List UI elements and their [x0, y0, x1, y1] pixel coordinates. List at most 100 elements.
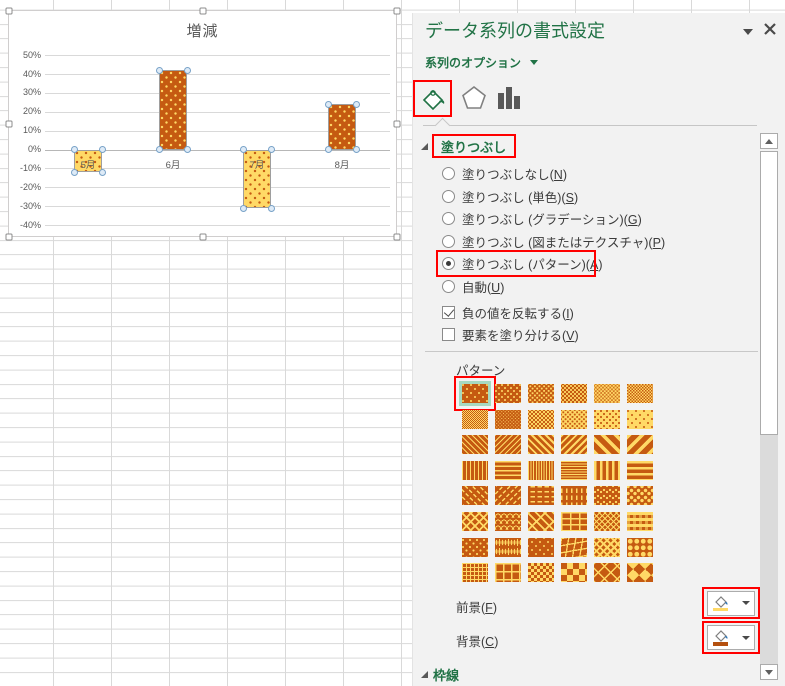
- pattern-swatch-dk-vert[interactable]: [594, 461, 620, 480]
- pattern-swatch-lg-grid[interactable]: [495, 563, 521, 582]
- pattern-swatch-narrow-horz[interactable]: [561, 461, 587, 480]
- border-section-header[interactable]: 枠線: [433, 665, 459, 684]
- category-label[interactable]: 6月: [157, 157, 189, 171]
- pattern-swatch-pct10[interactable]: [495, 384, 521, 403]
- chart-resize-handle[interactable]: [394, 234, 401, 241]
- pattern-swatch-dk-up-diag[interactable]: [561, 435, 587, 454]
- paint-bucket-icon[interactable]: [419, 85, 447, 113]
- radio-gradient-fill[interactable]: 塗りつぶし (グラデーション)(G): [442, 208, 642, 228]
- pattern-swatch-plaid[interactable]: [627, 512, 653, 531]
- chart-resize-handle[interactable]: [394, 8, 401, 15]
- pattern-swatch-pct30[interactable]: [594, 384, 620, 403]
- collapse-triangle-icon[interactable]: [421, 671, 428, 678]
- series-point-handle[interactable]: [156, 146, 163, 153]
- radio-automatic-fill[interactable]: 自動(U): [442, 276, 504, 296]
- series-options-dropdown[interactable]: 系列のオプション: [425, 54, 538, 71]
- scrollbar-track[interactable]: [760, 435, 778, 664]
- pattern-swatch-sm-check[interactable]: [528, 563, 554, 582]
- series-point-handle[interactable]: [353, 146, 360, 153]
- pattern-swatch-dash-up-diag[interactable]: [495, 486, 521, 505]
- radio-picture-texture-fill[interactable]: 塗りつぶし (図またはテクスチャ)(P): [442, 231, 665, 251]
- pattern-swatch-lt-up-diag[interactable]: [495, 435, 521, 454]
- radio-no-fill[interactable]: 塗りつぶしなし(N): [442, 163, 567, 183]
- pattern-swatch-divot[interactable]: [462, 538, 488, 557]
- pane-options-chevron-icon[interactable]: [743, 29, 753, 35]
- pattern-swatch-dk-down-diag[interactable]: [528, 435, 554, 454]
- series-point-handle[interactable]: [71, 169, 78, 176]
- pattern-swatch-trellis[interactable]: [594, 538, 620, 557]
- pattern-swatch-lt-vert[interactable]: [462, 461, 488, 480]
- pattern-swatch-dotted-diamond[interactable]: [528, 538, 554, 557]
- pattern-swatch-lt-down-diag[interactable]: [462, 435, 488, 454]
- scrollbar-thumb[interactable]: [760, 151, 778, 435]
- series-point-handle[interactable]: [99, 146, 106, 153]
- pentagon-icon[interactable]: [460, 83, 488, 113]
- series-point-handle[interactable]: [156, 67, 163, 74]
- series-point-handle[interactable]: [99, 169, 106, 176]
- series-point-handle[interactable]: [325, 101, 332, 108]
- pattern-swatch-wide-down-diag[interactable]: [594, 435, 620, 454]
- pattern-swatch-pct90[interactable]: [627, 410, 653, 429]
- chart-resize-handle[interactable]: [394, 121, 401, 128]
- pattern-swatch-pct75[interactable]: [561, 410, 587, 429]
- background-color-button[interactable]: [707, 625, 755, 650]
- close-icon[interactable]: [763, 22, 777, 36]
- series-point-handle[interactable]: [325, 146, 332, 153]
- chart-resize-handle[interactable]: [6, 121, 13, 128]
- pattern-swatch-pct70[interactable]: [528, 410, 554, 429]
- scrollbar-down-button[interactable]: [760, 664, 778, 680]
- pattern-swatch-dash-down-diag[interactable]: [462, 486, 488, 505]
- collapse-triangle-icon[interactable]: [421, 143, 428, 150]
- chart-resize-handle[interactable]: [200, 8, 207, 15]
- pattern-swatch-wide-up-diag[interactable]: [627, 435, 653, 454]
- series-point-handle[interactable]: [184, 146, 191, 153]
- chart-title[interactable]: 増減: [9, 20, 396, 41]
- pattern-swatch-pct20[interactable]: [528, 384, 554, 403]
- series-point-handle[interactable]: [184, 67, 191, 74]
- category-label[interactable]: 7月: [241, 157, 273, 171]
- pattern-swatch-dk-horz[interactable]: [627, 461, 653, 480]
- series-point-handle[interactable]: [240, 146, 247, 153]
- bar-chart-icon[interactable]: [497, 87, 521, 109]
- scrollbar-up-button[interactable]: [760, 133, 778, 149]
- pattern-swatch-dash-vert[interactable]: [561, 486, 587, 505]
- checkbox-icon[interactable]: [442, 328, 455, 341]
- pattern-swatch-sphere[interactable]: [627, 538, 653, 557]
- pattern-swatch-wave[interactable]: [495, 512, 521, 531]
- fill-section-header[interactable]: 塗りつぶし: [432, 134, 516, 158]
- chart-object[interactable]: 50%40%30%20%10%0%-10%-20%-30%-40%5月6月7月8…: [8, 10, 397, 237]
- pattern-swatch-horz-brick[interactable]: [561, 512, 587, 531]
- pattern-swatch-weave[interactable]: [594, 512, 620, 531]
- pattern-swatch-pct40[interactable]: [627, 384, 653, 403]
- radio-icon[interactable]: [442, 190, 455, 203]
- data-bar-8月[interactable]: [328, 104, 356, 149]
- series-point-handle[interactable]: [240, 205, 247, 212]
- pattern-swatch-narrow-vert[interactable]: [528, 461, 554, 480]
- checkbox-vary-colors-by-point[interactable]: 要素を塗り分ける(V): [442, 324, 579, 344]
- pattern-swatch-solid-diamond[interactable]: [627, 563, 653, 582]
- chevron-down-icon[interactable]: [742, 636, 750, 640]
- checkbox-checked-icon[interactable]: [442, 306, 455, 319]
- pattern-swatch-lg-check[interactable]: [561, 563, 587, 582]
- pattern-swatch-dash-horz[interactable]: [528, 486, 554, 505]
- radio-icon[interactable]: [442, 280, 455, 293]
- pattern-swatch-shingle[interactable]: [561, 538, 587, 557]
- category-label[interactable]: 5月: [72, 157, 104, 171]
- foreground-color-button[interactable]: [707, 591, 755, 616]
- chart-resize-handle[interactable]: [6, 234, 13, 241]
- pattern-swatch-outline-diamond[interactable]: [594, 563, 620, 582]
- pattern-swatch-sm-grid[interactable]: [462, 563, 488, 582]
- pattern-swatch-zigzag[interactable]: [462, 512, 488, 531]
- radio-solid-fill[interactable]: 塗りつぶし (単色)(S): [442, 186, 578, 206]
- radio-icon[interactable]: [442, 235, 455, 248]
- pattern-swatch-sm-confetti[interactable]: [594, 486, 620, 505]
- chart-resize-handle[interactable]: [200, 234, 207, 241]
- pattern-swatch-pct60[interactable]: [495, 410, 521, 429]
- checkbox-invert-if-negative[interactable]: 負の値を反転する(I): [442, 302, 574, 322]
- chevron-down-icon[interactable]: [742, 601, 750, 605]
- pattern-swatch-lg-confetti[interactable]: [627, 486, 653, 505]
- chart-resize-handle[interactable]: [6, 8, 13, 15]
- pattern-swatch-pct5[interactable]: [462, 384, 488, 403]
- radio-icon[interactable]: [442, 167, 455, 180]
- pattern-swatch-diag-brick[interactable]: [528, 512, 554, 531]
